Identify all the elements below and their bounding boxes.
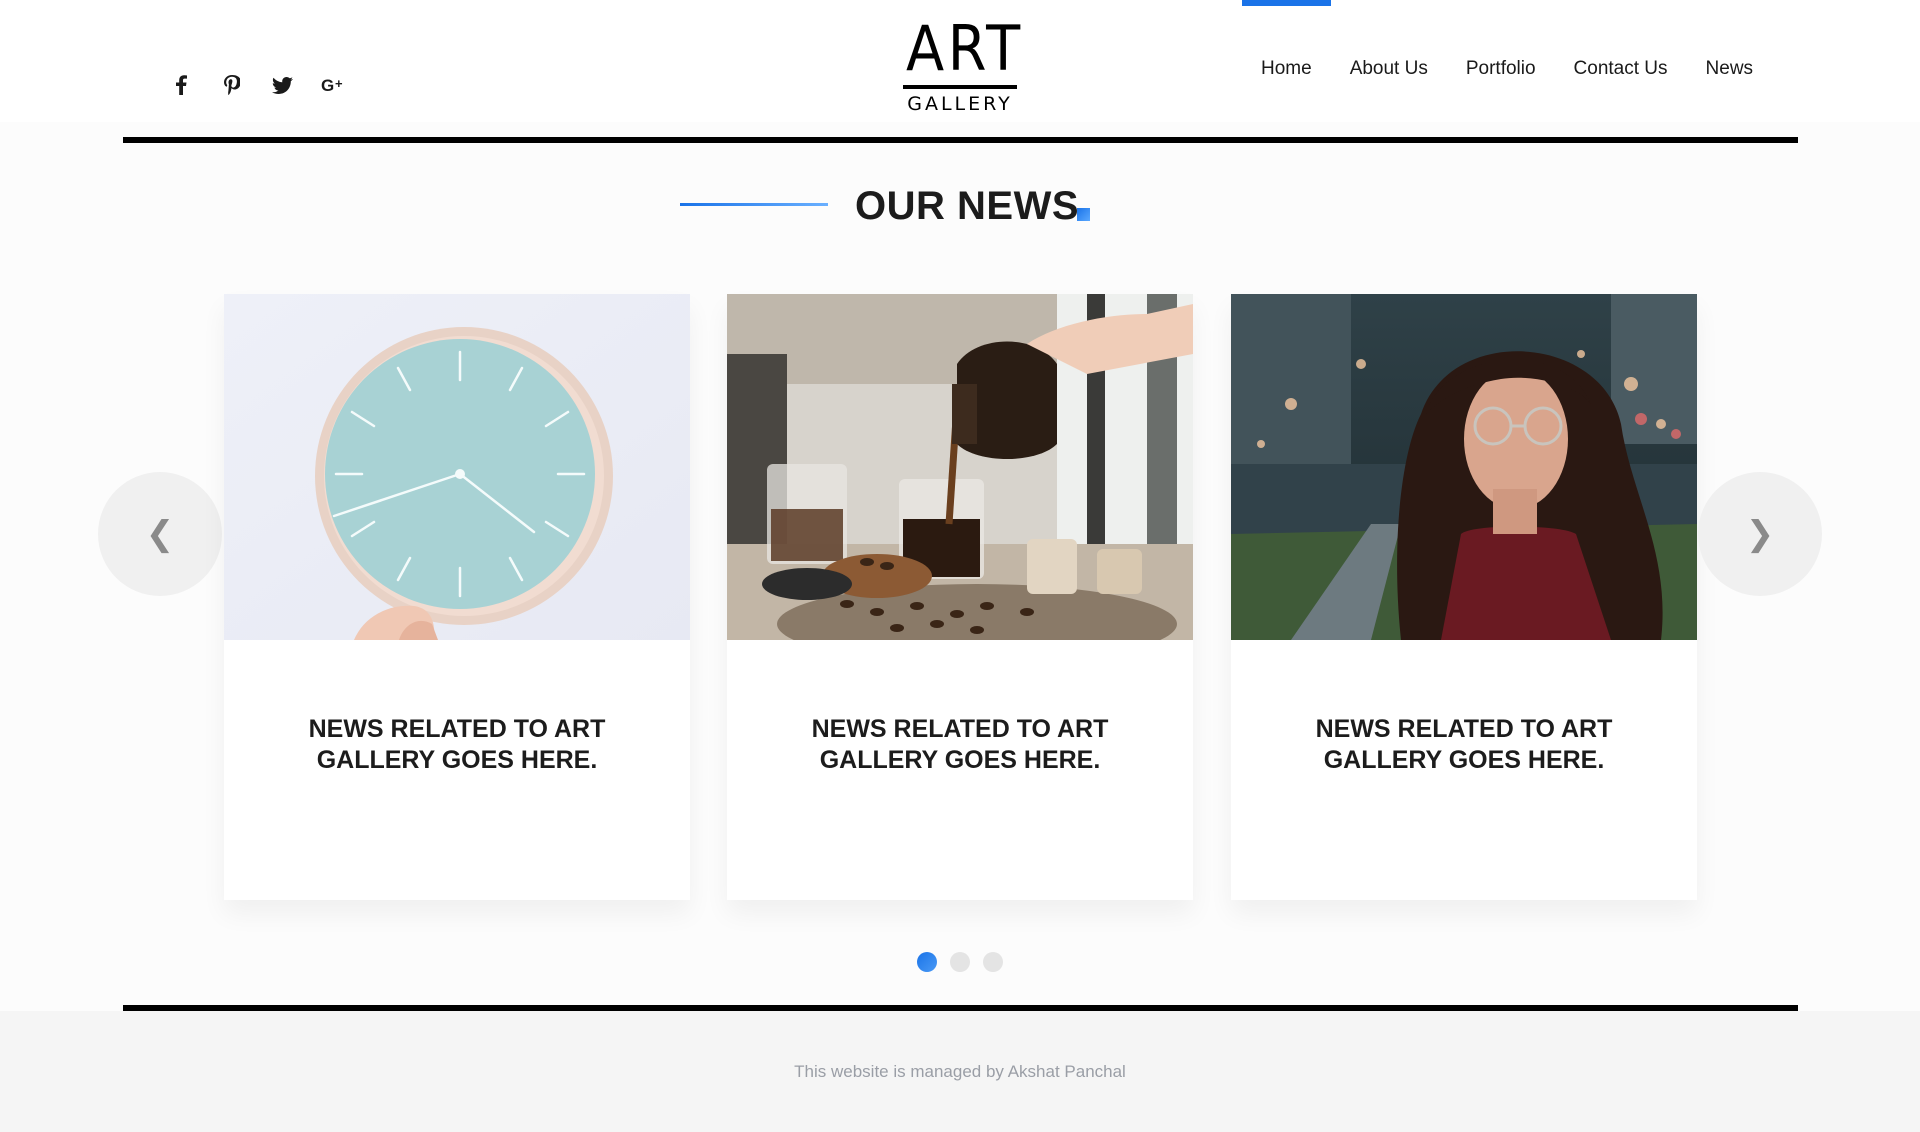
carousel-dot[interactable] [983,952,1003,972]
carousel-dot[interactable] [950,952,970,972]
twitter-icon[interactable] [257,70,308,100]
site-footer: This website is managed by Akshat Pancha… [0,1011,1920,1132]
header-divider [123,137,1798,143]
wall-clock-photo [224,294,690,640]
logo-art-text: ART [906,12,1024,85]
carousel-pagination [917,952,1003,972]
site-header: G + ART GALLERY Home About Us Portfolio C… [0,0,1920,122]
news-card[interactable]: NEWS RELATED TO ART GALLERY GOES HERE. [727,294,1193,900]
card-title[interactable]: NEWS RELATED TO ART GALLERY GOES HERE. [727,714,1193,776]
nav-item-home[interactable]: Home [1242,0,1331,122]
social-links: G + [155,70,359,100]
carousel-dot[interactable] [917,952,937,972]
coffee-pour-photo [727,294,1193,640]
nav-item-portfolio[interactable]: Portfolio [1447,0,1555,122]
svg-text:+: + [335,76,343,91]
news-card[interactable]: NEWS RELATED TO ART GALLERY GOES HERE. [1231,294,1697,900]
logo-divider [903,85,1017,89]
google-plus-icon[interactable]: G + [308,70,359,100]
footer-credit: This website is managed by Akshat Pancha… [794,1062,1126,1081]
nav-item-about-us[interactable]: About Us [1331,0,1447,122]
section-title: OUR NEWS [855,184,1079,228]
nav-item-contact-us[interactable]: Contact Us [1555,0,1687,122]
facebook-icon[interactable] [155,70,206,100]
site-logo[interactable]: ART GALLERY [900,18,1020,115]
woman-portrait-photo [1231,294,1697,640]
svg-text:G: G [321,76,334,94]
news-card[interactable]: NEWS RELATED TO ART GALLERY GOES HERE. [224,294,690,900]
carousel-next-button[interactable]: ❯ [1698,472,1822,596]
title-accent-square [1077,208,1090,221]
pinterest-icon[interactable] [206,70,257,100]
nav-item-news[interactable]: News [1687,0,1773,122]
title-accent-line [680,203,828,206]
card-title[interactable]: NEWS RELATED TO ART GALLERY GOES HERE. [224,714,690,776]
carousel-prev-button[interactable]: ❮ [98,472,222,596]
card-title[interactable]: NEWS RELATED TO ART GALLERY GOES HERE. [1231,714,1697,776]
main-nav: Home About Us Portfolio Contact Us News [1242,0,1772,122]
logo-gallery-text: GALLERY [907,93,1013,115]
